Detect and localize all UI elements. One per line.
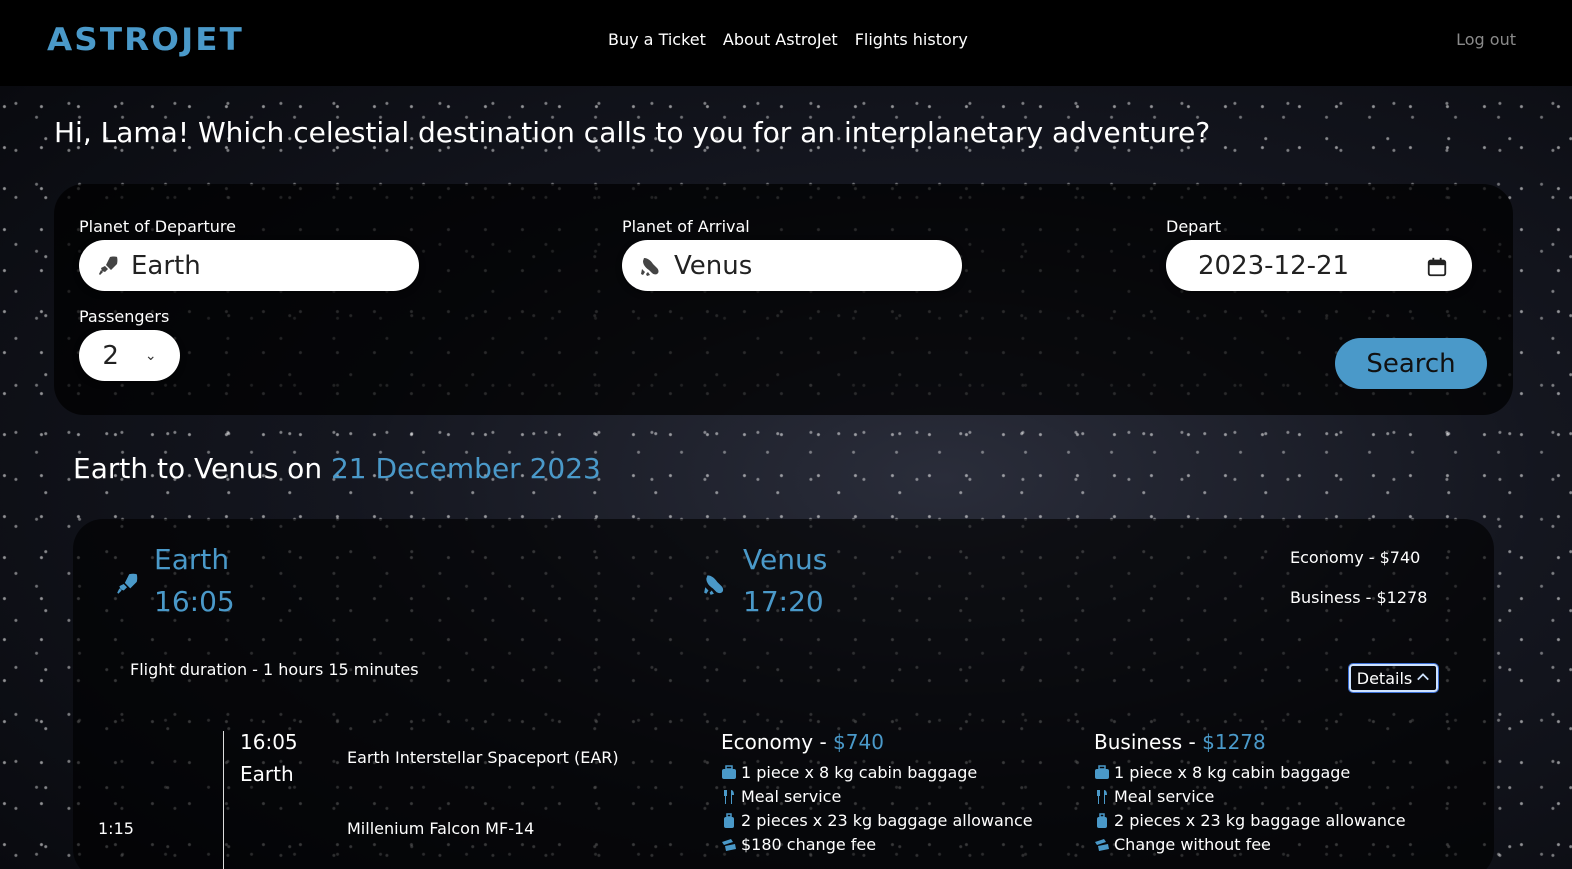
suitcase-icon [1094, 765, 1110, 781]
nav-buy-ticket-link[interactable]: Buy a Ticket [608, 30, 706, 49]
chevron-down-icon: ⌄ [144, 347, 157, 364]
business-fare-price: $1278 [1202, 730, 1266, 754]
segment-departure-planet: Earth [240, 762, 294, 786]
depart-date-label: Depart [1166, 217, 1221, 236]
list-item: $180 change fee [721, 833, 1033, 857]
arrival-select[interactable]: Venus [622, 240, 962, 291]
search-button[interactable]: Search [1335, 338, 1487, 389]
flight-duration: Flight duration - 1 hours 15 minutes [130, 660, 419, 679]
passengers-value: 2 [102, 340, 119, 371]
flight-result-card: Earth 16:05 Venus 17:20 Economy - $740 B… [73, 519, 1494, 869]
list-item: 1 piece x 8 kg cabin baggage [721, 761, 1033, 785]
logout-link[interactable]: Log out [1456, 30, 1516, 49]
tickets-icon [1094, 837, 1110, 853]
nav-flights-history-link[interactable]: Flights history [855, 30, 968, 49]
landing-rocket-icon [638, 253, 664, 279]
list-item: 1 piece x 8 kg cabin baggage [1094, 761, 1406, 785]
business-price-summary: Business - $1278 [1290, 588, 1428, 607]
rocket-icon [114, 571, 140, 597]
economy-fare-price: $740 [833, 730, 884, 754]
chevron-up-icon [1416, 669, 1430, 688]
details-toggle-button[interactable]: Details [1349, 664, 1438, 692]
tickets-icon [721, 837, 737, 853]
passengers-label: Passengers [79, 307, 170, 326]
business-features-list: 1 piece x 8 kg cabin baggage Meal servic… [1094, 761, 1406, 857]
departure-value: Earth [131, 250, 201, 281]
flight-search-panel: Planet of Departure Earth Planet of Arri… [54, 184, 1513, 415]
luggage-icon [721, 813, 737, 829]
segment-departure-time: 16:05 [240, 730, 298, 754]
list-item: Meal service [721, 785, 1033, 809]
timeline-line [223, 731, 224, 869]
list-item: 2 pieces x 23 kg baggage allowance [1094, 809, 1406, 833]
landing-rocket-icon [702, 571, 728, 597]
calendar-icon[interactable] [1426, 255, 1448, 277]
departure-label: Planet of Departure [79, 217, 236, 236]
passengers-select[interactable]: 2 ⌄ [79, 330, 180, 381]
departure-time: 16:05 [154, 585, 235, 618]
departure-planet: Earth [154, 543, 230, 576]
utensils-icon [721, 789, 737, 805]
arrival-value: Venus [674, 250, 753, 281]
economy-price-summary: Economy - $740 [1290, 548, 1421, 567]
utensils-icon [1094, 789, 1110, 805]
arrival-label: Planet of Arrival [622, 217, 750, 236]
top-navigation-bar: ASTROJET Buy a Ticket About AstroJet Fli… [0, 0, 1572, 86]
departure-select[interactable]: Earth [79, 240, 419, 291]
segment-leg-duration: 1:15 [98, 819, 134, 838]
depart-date-input[interactable]: 2023-12-21 [1166, 240, 1472, 291]
arrival-time: 17:20 [743, 585, 824, 618]
economy-fare-label: Economy - [721, 730, 834, 754]
suitcase-icon [721, 765, 737, 781]
business-fare-title: Business - $1278 [1094, 730, 1266, 754]
route-date: 21 December 2023 [330, 452, 601, 485]
list-item: Meal service [1094, 785, 1406, 809]
details-label: Details [1356, 668, 1413, 688]
luggage-icon [1094, 813, 1110, 829]
nav-about-link[interactable]: About AstroJet [723, 30, 838, 49]
segment-spaceport: Earth Interstellar Spaceport (EAR) [347, 748, 619, 767]
route-prefix: Earth to Venus on [73, 452, 331, 485]
depart-date-value: 2023-12-21 [1198, 250, 1350, 281]
economy-fare-title: Economy - $740 [721, 730, 884, 754]
route-heading: Earth to Venus on 21 December 2023 [73, 452, 601, 485]
business-fare-label: Business - [1094, 730, 1203, 754]
rocket-icon [95, 253, 121, 279]
greeting-heading: Hi, Lama! Which celestial destination ca… [54, 116, 1211, 149]
segment-craft: Millenium Falcon MF-14 [347, 819, 535, 838]
list-item: 2 pieces x 23 kg baggage allowance [721, 809, 1033, 833]
economy-features-list: 1 piece x 8 kg cabin baggage Meal servic… [721, 761, 1033, 857]
arrival-planet: Venus [743, 543, 828, 576]
list-item: Change without fee [1094, 833, 1406, 857]
astrojet-logo[interactable]: ASTROJET [47, 22, 244, 58]
main-nav: Buy a Ticket About AstroJet Flights hist… [608, 30, 968, 49]
